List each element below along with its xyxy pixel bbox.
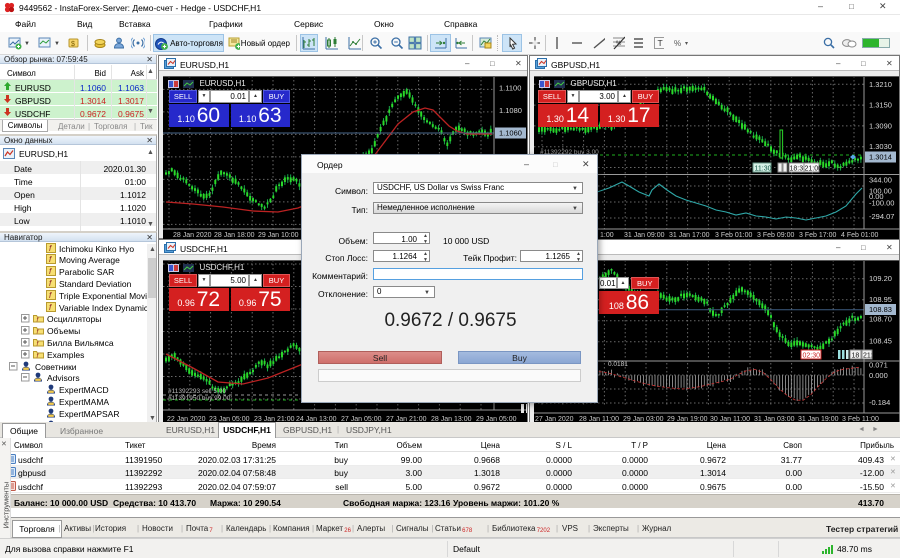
svg-text:1.3090: 1.3090 [869,121,892,130]
svg-text:108.70: 108.70 [869,315,892,324]
svg-text:344.00: 344.00 [869,176,892,185]
svg-text:1.3014: 1.3014 [869,153,892,162]
svg-text:108.83: 108.83 [869,305,892,314]
svg-text:3 Feb 01:00: 3 Feb 01:00 [715,232,752,239]
svg-text:108.45: 108.45 [869,337,892,346]
svg-text:0.000: 0.000 [869,371,888,380]
svg-text:0.071: 0.071 [869,360,888,369]
svg-text:1.3030: 1.3030 [869,142,892,151]
svg-text:1:00: 1:00 [600,232,614,239]
svg-text:T: T [658,38,663,48]
svg-text:29 Jan 10:00: 29 Jan 10:00 [258,232,299,239]
svg-text:%: % [674,39,681,48]
svg-text:1.1080: 1.1080 [499,106,522,115]
svg-text:1.1100: 1.1100 [499,84,521,93]
svg-text:31 Jan 17:00: 31 Jan 17:00 [669,232,710,239]
svg-text:1.3150: 1.3150 [869,101,892,110]
svg-text:02:30: 02:30 [803,353,821,360]
svg-text:0.0181: 0.0181 [608,361,628,368]
svg-text:3 Feb 17:00: 3 Feb 17:00 [799,232,836,239]
svg-text:-0.184: -0.184 [869,398,890,407]
svg-text:-294.07: -294.07 [869,212,894,221]
svg-text:#11391950 buy 99.00: #11391950 buy 99.00 [168,395,231,402]
svg-text:109.20: 109.20 [869,274,892,283]
svg-text:$: $ [71,41,75,48]
svg-text:#11392293 sell 5.00: #11392293 sell 5.00 [168,388,226,395]
svg-text:18: 18 [852,353,860,360]
svg-text:1.1060: 1.1060 [499,129,522,138]
svg-text:21:: 21: [863,353,873,360]
svg-text:108.95: 108.95 [869,295,892,304]
svg-text:3 Feb 09:00: 3 Feb 09:00 [757,232,794,239]
svg-text:1.3210: 1.3210 [869,80,892,89]
svg-text:11:30: 11:30 [755,166,772,173]
svg-text:28 Jan 18:00: 28 Jan 18:00 [214,232,255,239]
svg-text:%: % [616,41,622,47]
svg-text:4 Feb 01:00: 4 Feb 01:00 [841,232,878,239]
svg-text:-100.00: -100.00 [869,199,894,208]
svg-text:28 Jan 2020: 28 Jan 2020 [173,232,212,239]
svg-text:31 Jan 09:00: 31 Jan 09:00 [624,232,665,239]
svg-text:21:00: 21:00 [805,166,823,173]
